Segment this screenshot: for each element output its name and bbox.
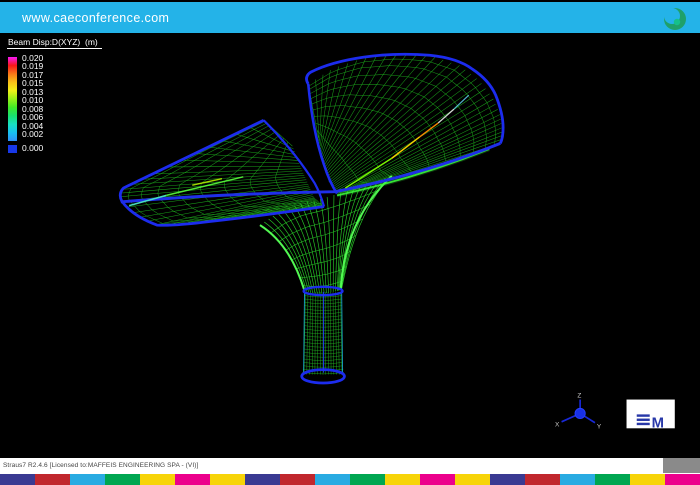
footer-color-block xyxy=(525,474,560,485)
license-text: Straus7 R2.4.6 [Licensed to:MAFFEIS ENGI… xyxy=(3,462,198,469)
left-canopy-mesh xyxy=(121,120,322,225)
footer-color-block xyxy=(280,474,315,485)
contour-highlights xyxy=(129,95,469,205)
slide: www.caeconference.com Z X Y M Beam Disp:D(X… xyxy=(0,0,700,485)
footer-color-block xyxy=(455,474,490,485)
corner-logo-letter: M xyxy=(652,415,664,431)
viewport[interactable]: ZXYM Beam Disp:D(XYZ) (m) 0.0200.0190.01… xyxy=(0,33,700,458)
corner-logo: M xyxy=(627,400,675,432)
footer-color-block xyxy=(70,474,105,485)
corner-logo-gray-block xyxy=(663,458,700,473)
axis-label: Y xyxy=(597,423,602,430)
axis-label: Z xyxy=(577,393,581,400)
banner-url[interactable]: www.caeconference.com xyxy=(0,11,169,25)
footer-color-block xyxy=(105,474,140,485)
footer-color-block xyxy=(315,474,350,485)
footer-color-block xyxy=(35,474,70,485)
footer-color-block xyxy=(245,474,280,485)
footer-color-block xyxy=(560,474,595,485)
swirl-logo-icon xyxy=(660,5,690,33)
blue-edges xyxy=(120,54,503,383)
footer-color-block xyxy=(210,474,245,485)
axis-label: X xyxy=(555,421,560,428)
funnel-mesh xyxy=(260,149,489,294)
header-banner: www.caeconference.com xyxy=(0,2,700,33)
footer-color-block xyxy=(595,474,630,485)
fem-model-canvas[interactable]: Z X Y M xyxy=(0,33,700,458)
footer-color-block xyxy=(175,474,210,485)
footer-color-block xyxy=(630,474,665,485)
footer-color-block xyxy=(490,474,525,485)
axis-triad-icon: Z X Y xyxy=(555,393,602,431)
right-canopy-mesh xyxy=(308,55,502,194)
footer-color-block xyxy=(420,474,455,485)
footer-color-block xyxy=(140,474,175,485)
footer-color-strip xyxy=(0,474,700,485)
status-bar: Straus7 R2.4.6 [Licensed to:MAFFEIS ENGI… xyxy=(0,458,700,474)
legend-label: 0.002 xyxy=(22,130,43,139)
footer-color-block xyxy=(350,474,385,485)
footer-color-block xyxy=(665,474,700,485)
footer-color-block xyxy=(0,474,35,485)
legend-label: 0.000 xyxy=(22,144,43,153)
legend-below-min-chip xyxy=(8,145,17,153)
footer-color-block xyxy=(385,474,420,485)
legend-title: Beam Disp:D(XYZ) (m) xyxy=(7,37,102,49)
legend-color-bar xyxy=(8,57,17,141)
